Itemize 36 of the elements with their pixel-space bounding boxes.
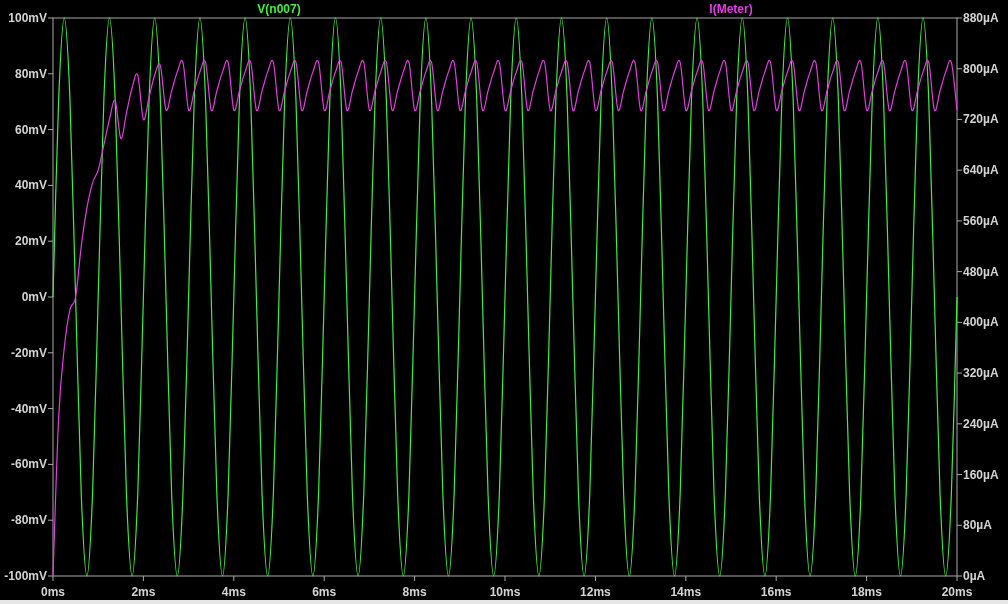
x-axis-tick-label: 6ms <box>312 585 337 599</box>
y-axis-tick-label: -80mV <box>10 513 47 528</box>
y-axis-tick-label: 320µA <box>963 366 999 381</box>
y-axis-tick-label: 80mV <box>14 66 47 81</box>
x-axis-tick-label: 4ms <box>221 585 246 599</box>
x-axis-tick-label: 16ms <box>760 585 792 599</box>
x-axis-tick-label: 0ms <box>41 585 65 599</box>
y-axis-tick-label: 400µA <box>963 315 999 330</box>
y-axis-tick-label: 640µA <box>963 163 999 178</box>
x-axis-tick-label: 14ms <box>670 585 702 599</box>
y-axis-tick-label: 240µA <box>963 416 999 431</box>
x-axis-tick-label: 18ms <box>851 585 882 599</box>
y-axis-tick-label: 720µA <box>963 112 999 127</box>
y-axis-tick-label: 480µA <box>963 264 999 279</box>
y-axis-tick-label: 160µA <box>963 467 999 482</box>
x-axis-tick-label: 12ms <box>580 585 611 599</box>
x-axis-tick-label: 10ms <box>489 585 521 599</box>
y-axis-tick-label: 0µA <box>963 569 986 583</box>
y-axis-tick-label: -40mV <box>10 401 47 416</box>
y-axis-tick-label: 20mV <box>14 234 47 249</box>
trace-name-label[interactable]: V(n007) <box>257 2 301 16</box>
y-axis-tick-label: 40mV <box>14 178 47 193</box>
x-axis-tick-label: 8ms <box>402 585 427 599</box>
y-axis-tick-label: 880µA <box>963 11 999 25</box>
y-axis-tick-label: 80µA <box>963 518 992 533</box>
x-axis-tick-label: 2ms <box>131 585 156 599</box>
y-axis-tick-label: 800µA <box>963 61 999 76</box>
y-axis-tick-label: -20mV <box>10 345 47 360</box>
y-axis-tick-label: 0mV <box>21 290 47 304</box>
trace-name-label[interactable]: I(Meter) <box>709 2 753 16</box>
x-axis-tick-label: 20ms <box>941 585 973 599</box>
y-axis-tick-label: 60mV <box>14 122 47 137</box>
y-axis-tick-label: 560µA <box>963 213 999 228</box>
y-axis-tick-label: -60mV <box>10 457 47 472</box>
y-axis-tick-label: 100mV <box>8 11 47 25</box>
y-axis-tick-label: -100mV <box>4 569 47 583</box>
